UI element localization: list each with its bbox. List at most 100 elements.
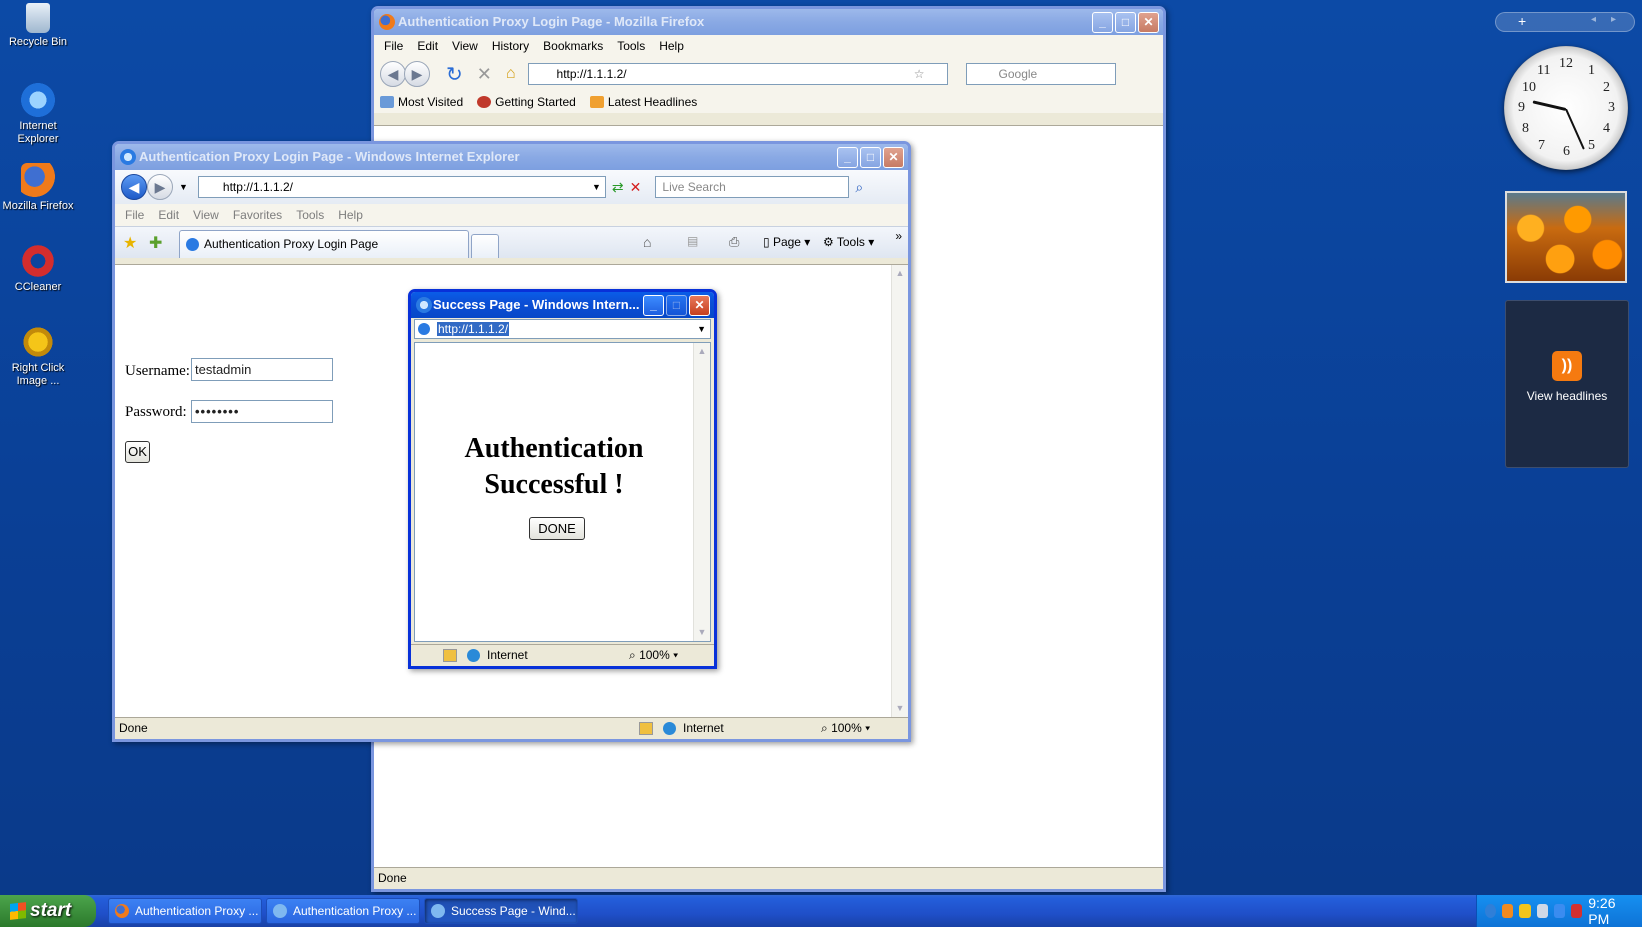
clock-gadget[interactable]: 12 1 2 3 4 5 6 7 8 9 10 11 xyxy=(1504,46,1628,170)
tab-login-page[interactable]: Authentication Proxy Login Page xyxy=(179,230,469,258)
back-button[interactable]: ◀ xyxy=(380,61,406,87)
minimize-button[interactable]: _ xyxy=(837,147,858,168)
close-button[interactable]: ✕ xyxy=(689,295,710,316)
shield-icon[interactable] xyxy=(1519,904,1531,918)
chevron-down-icon[interactable]: ▼ xyxy=(697,320,706,338)
reload-icon[interactable]: ↻ xyxy=(446,62,463,87)
taskbar-item-success-page[interactable]: Success Page - Wind... xyxy=(424,898,578,924)
forward-button[interactable]: ▶ xyxy=(147,174,173,200)
home-icon[interactable]: ⌂ xyxy=(643,234,651,250)
search-input[interactable]: Google xyxy=(965,63,1116,85)
add-gadget-icon[interactable]: + xyxy=(1518,13,1526,29)
address-bar[interactable]: http://1.1.1.2/ ▼ xyxy=(414,319,711,339)
menu-view[interactable]: View xyxy=(187,206,225,224)
chevron-right-icon[interactable]: » xyxy=(895,229,902,243)
menu-favorites[interactable]: Favorites xyxy=(227,206,288,224)
desktop-icon-internet-explorer[interactable]: Internet Explorer xyxy=(0,83,76,146)
window-title: Success Page - Windows Intern... xyxy=(433,297,640,312)
refresh-icon[interactable]: ⇄ xyxy=(612,179,624,196)
print-icon[interactable]: ⎙ xyxy=(729,234,739,250)
menu-help[interactable]: Help xyxy=(332,206,369,224)
menu-edit[interactable]: Edit xyxy=(411,37,444,55)
desktop-icon-recycle-bin[interactable]: Recycle Bin xyxy=(0,3,76,49)
tools-menu-button[interactable]: ⚙ Tools ▾ xyxy=(823,235,874,249)
star-icon[interactable] xyxy=(1553,904,1566,918)
scroll-up-icon[interactable]: ▲ xyxy=(892,265,908,282)
home-icon[interactable]: ⌂ xyxy=(506,65,516,83)
rss-feed-icon[interactable]: ▤ xyxy=(687,234,698,248)
clock-number: 4 xyxy=(1603,121,1610,136)
ok-button[interactable]: OK xyxy=(125,441,150,463)
vertical-scrollbar[interactable]: ▲ ▼ xyxy=(693,343,710,641)
maximize-button[interactable]: □ xyxy=(1115,12,1136,33)
minimize-button[interactable]: _ xyxy=(1092,12,1113,33)
feed-headlines-gadget[interactable]: )) View headlines xyxy=(1505,300,1629,468)
scroll-up-icon[interactable]: ▲ xyxy=(694,343,710,360)
scroll-down-icon[interactable]: ▼ xyxy=(892,700,908,717)
add-favorite-icon[interactable]: ✚ xyxy=(149,233,162,253)
maximize-button[interactable]: □ xyxy=(860,147,881,168)
back-button[interactable]: ◀ xyxy=(121,174,147,200)
desktop-icon-mozilla-firefox[interactable]: Mozilla Firefox xyxy=(0,163,76,213)
forward-button[interactable]: ▶ xyxy=(404,61,430,87)
stop-icon[interactable]: ✕ xyxy=(477,64,492,85)
live-search-input[interactable]: Live Search xyxy=(655,176,850,198)
minimize-button[interactable]: _ xyxy=(643,295,664,316)
zoom-control[interactable]: ⌕ 100% ▾ xyxy=(629,645,678,666)
username-field[interactable]: testadmin xyxy=(191,358,333,381)
security-alert-icon[interactable] xyxy=(1571,904,1583,918)
recent-pages-icon[interactable]: ▼ xyxy=(179,182,188,192)
network-icon[interactable] xyxy=(1536,904,1548,918)
tray-app-icon[interactable] xyxy=(1502,904,1514,918)
close-button[interactable]: ✕ xyxy=(883,147,904,168)
success-popup-window[interactable]: Success Page - Windows Intern... _ □ ✕ h… xyxy=(408,289,717,669)
search-icon[interactable]: ⌕ xyxy=(855,179,863,196)
menu-file[interactable]: File xyxy=(119,206,150,224)
clock-time[interactable]: 9:26 PM xyxy=(1588,895,1630,927)
star-icon[interactable]: ☆ xyxy=(914,64,925,84)
taskbar-item-firefox[interactable]: Authentication Proxy ... xyxy=(108,898,262,924)
tray-expand-icon[interactable] xyxy=(1485,904,1497,918)
chevron-down-icon[interactable]: ▼ xyxy=(592,177,601,197)
next-icon[interactable]: ▸ xyxy=(1611,14,1616,25)
firefox-titlebar[interactable]: Authentication Proxy Login Page - Mozill… xyxy=(374,9,1163,35)
menu-file[interactable]: File xyxy=(378,37,409,55)
desktop-icon-ccleaner[interactable]: CCleaner xyxy=(0,244,76,294)
bookmark-latest-headlines[interactable]: Latest Headlines xyxy=(589,95,697,109)
page-menu-button[interactable]: ▯ Page ▾ xyxy=(763,235,810,249)
prev-icon[interactable]: ◂ xyxy=(1591,14,1596,25)
search-placeholder: Google xyxy=(998,67,1038,81)
view-headlines-link[interactable]: View headlines xyxy=(1506,389,1628,403)
clock-number: 5 xyxy=(1588,138,1595,153)
zoom-control[interactable]: ⌕ 100% ▾ xyxy=(821,718,870,739)
windows-logo-icon xyxy=(10,902,26,920)
stop-icon[interactable]: ✕ xyxy=(630,179,642,196)
vertical-scrollbar[interactable]: ▲ ▼ xyxy=(891,265,908,717)
menu-history[interactable]: History xyxy=(486,37,535,55)
menu-bookmarks[interactable]: Bookmarks xyxy=(537,37,609,55)
new-tab-button[interactable] xyxy=(471,234,499,258)
ie-titlebar[interactable]: Authentication Proxy Login Page - Window… xyxy=(115,144,908,170)
bookmark-getting-started[interactable]: Getting Started xyxy=(477,95,576,109)
favorites-star-icon[interactable]: ★ xyxy=(123,233,137,253)
popup-titlebar[interactable]: Success Page - Windows Intern... _ □ ✕ xyxy=(411,292,714,318)
bookmark-most-visited[interactable]: Most Visited xyxy=(380,95,463,109)
password-field[interactable]: •••••••• xyxy=(191,400,333,423)
close-button[interactable]: ✕ xyxy=(1138,12,1159,33)
address-bar[interactable]: http://1.1.1.2/ ☆ xyxy=(527,63,948,85)
scroll-down-icon[interactable]: ▼ xyxy=(694,624,710,641)
menu-tools[interactable]: Tools xyxy=(290,206,330,224)
menu-tools[interactable]: Tools xyxy=(611,37,651,55)
menu-view[interactable]: View xyxy=(446,37,484,55)
popup-address-row: http://1.1.1.2/ ▼ xyxy=(411,318,714,340)
start-button[interactable]: start xyxy=(0,895,96,927)
desktop-icon-right-click-image[interactable]: Right Click Image ... xyxy=(0,325,76,388)
slideshow-gadget[interactable] xyxy=(1505,191,1627,283)
menu-help[interactable]: Help xyxy=(653,37,690,55)
taskbar-item-ie[interactable]: Authentication Proxy ... xyxy=(266,898,420,924)
sidebar-controls[interactable]: + ◂ ▸ xyxy=(1495,12,1635,32)
done-button[interactable]: DONE xyxy=(529,517,585,540)
menu-edit[interactable]: Edit xyxy=(152,206,185,224)
maximize-button[interactable]: □ xyxy=(666,295,687,316)
address-bar[interactable]: http://1.1.1.2/ ▼ xyxy=(197,176,606,198)
